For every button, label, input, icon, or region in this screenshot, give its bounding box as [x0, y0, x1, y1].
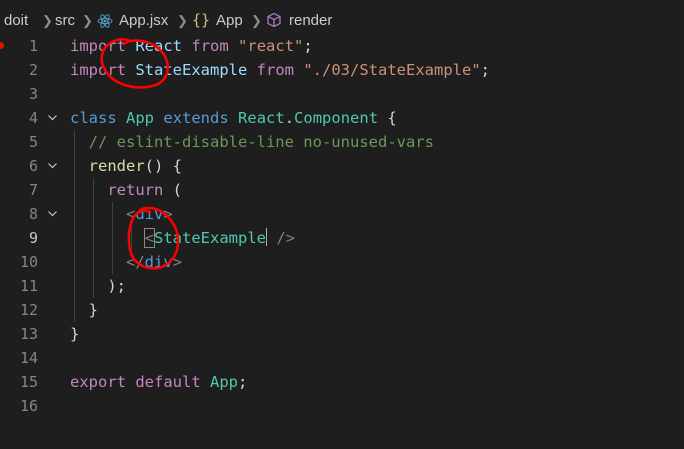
jsx-tag: div	[135, 205, 164, 223]
tag-bracket: </	[126, 253, 145, 271]
code-line[interactable]: 12 }	[0, 298, 684, 322]
chevron-down-icon[interactable]	[47, 208, 58, 219]
breadcrumb-item-class[interactable]: App	[216, 12, 243, 29]
chevron-right-icon: ❯	[251, 13, 262, 28]
keyword: import	[70, 37, 126, 55]
code-line[interactable]: 6 render() {	[0, 154, 684, 178]
code-line[interactable]: 8 <div>	[0, 202, 684, 226]
line-number: 15	[19, 373, 38, 391]
line-number: 1	[28, 37, 38, 55]
method-name: render	[88, 157, 145, 175]
line-number: 2	[28, 61, 38, 79]
punctuation: );	[107, 277, 126, 295]
punctuation: ;	[238, 373, 248, 391]
code-line[interactable]: 2 import StateExample from "./03/StateEx…	[0, 58, 684, 82]
keyword: from	[256, 61, 294, 79]
line-number: 16	[19, 397, 38, 415]
string-literal: "react"	[238, 37, 304, 55]
comment: // eslint-disable-line no-unused-vars	[88, 133, 434, 151]
line-number: 8	[28, 205, 38, 223]
tag-bracket: <	[126, 205, 136, 223]
code-line-active[interactable]: 9 <StateExample />	[0, 226, 684, 250]
code-line[interactable]: 13 }	[0, 322, 684, 346]
line-number: 9	[28, 229, 38, 247]
identifier: React	[238, 109, 285, 127]
line-number: 11	[19, 277, 38, 295]
keyword: export	[70, 373, 126, 391]
punctuation: {	[387, 109, 397, 127]
line-number: 14	[19, 349, 38, 367]
string-literal: "./03/StateExample"	[303, 61, 481, 79]
jsx-tag: div	[144, 253, 173, 271]
punctuation: ;	[480, 61, 490, 79]
chevron-down-icon[interactable]	[47, 160, 58, 171]
react-icon	[97, 14, 113, 28]
code-editor[interactable]: 1 import React from "react"; 2 import St…	[0, 34, 684, 449]
tag-bracket: >	[163, 205, 173, 223]
code-line[interactable]: 10 </div>	[0, 250, 684, 274]
line-number: 3	[28, 85, 38, 103]
code-line[interactable]: 11 );	[0, 274, 684, 298]
code-line[interactable]: 14	[0, 346, 684, 370]
punctuation: (	[172, 181, 183, 199]
jsx-component: StateExample	[154, 229, 266, 247]
keyword: default	[135, 373, 201, 391]
line-number: 7	[28, 181, 38, 199]
breadcrumb-item-file[interactable]: App.jsx	[119, 12, 168, 29]
cube-icon	[267, 12, 281, 28]
code-line[interactable]: 3	[0, 82, 684, 106]
code-line[interactable]: 1 import React from "react";	[0, 34, 684, 58]
punctuation: }	[70, 325, 80, 343]
identifier: React	[135, 37, 183, 55]
breadcrumb-item-src[interactable]: src	[55, 12, 75, 29]
punctuation: ;	[303, 37, 313, 55]
tag-bracket: >	[172, 253, 183, 271]
line-number: 5	[28, 133, 38, 151]
line-number: 4	[28, 109, 38, 127]
keyword: extends	[163, 109, 229, 127]
keyword: from	[191, 37, 229, 55]
code-line[interactable]: 5 // eslint-disable-line no-unused-vars	[0, 130, 684, 154]
keyword: class	[70, 109, 117, 127]
punctuation: }	[88, 301, 99, 319]
tag-bracket: />	[266, 229, 295, 247]
line-number: 6	[28, 157, 38, 175]
code-line[interactable]: 16	[0, 394, 684, 418]
keyword: return	[107, 181, 164, 199]
punctuation: .	[284, 109, 295, 127]
code-line[interactable]: 7 return (	[0, 178, 684, 202]
chevron-right-icon: ❯	[177, 13, 188, 28]
identifier: StateExample	[135, 61, 248, 79]
chevron-right-icon: ❯	[82, 13, 93, 28]
class-name: App	[210, 373, 239, 391]
line-number: 12	[19, 301, 38, 319]
line-number: 10	[19, 253, 38, 271]
chevron-down-icon[interactable]	[47, 112, 58, 123]
chevron-right-icon: ❯	[42, 13, 53, 28]
brace-icon: {}	[192, 11, 211, 29]
breadcrumb-item-method[interactable]: render	[289, 12, 332, 29]
line-number: 13	[19, 325, 38, 343]
code-line[interactable]: 15 export default App;	[0, 370, 684, 394]
tag-bracket: <	[143, 228, 156, 248]
punctuation: () {	[144, 157, 182, 175]
code-line[interactable]: 4 class App extends React.Component {	[0, 106, 684, 130]
keyword: import	[70, 61, 126, 79]
class-name: App	[126, 109, 155, 127]
breadcrumb-item-doit[interactable]: doit	[4, 12, 28, 29]
class-name: Component	[294, 109, 379, 127]
